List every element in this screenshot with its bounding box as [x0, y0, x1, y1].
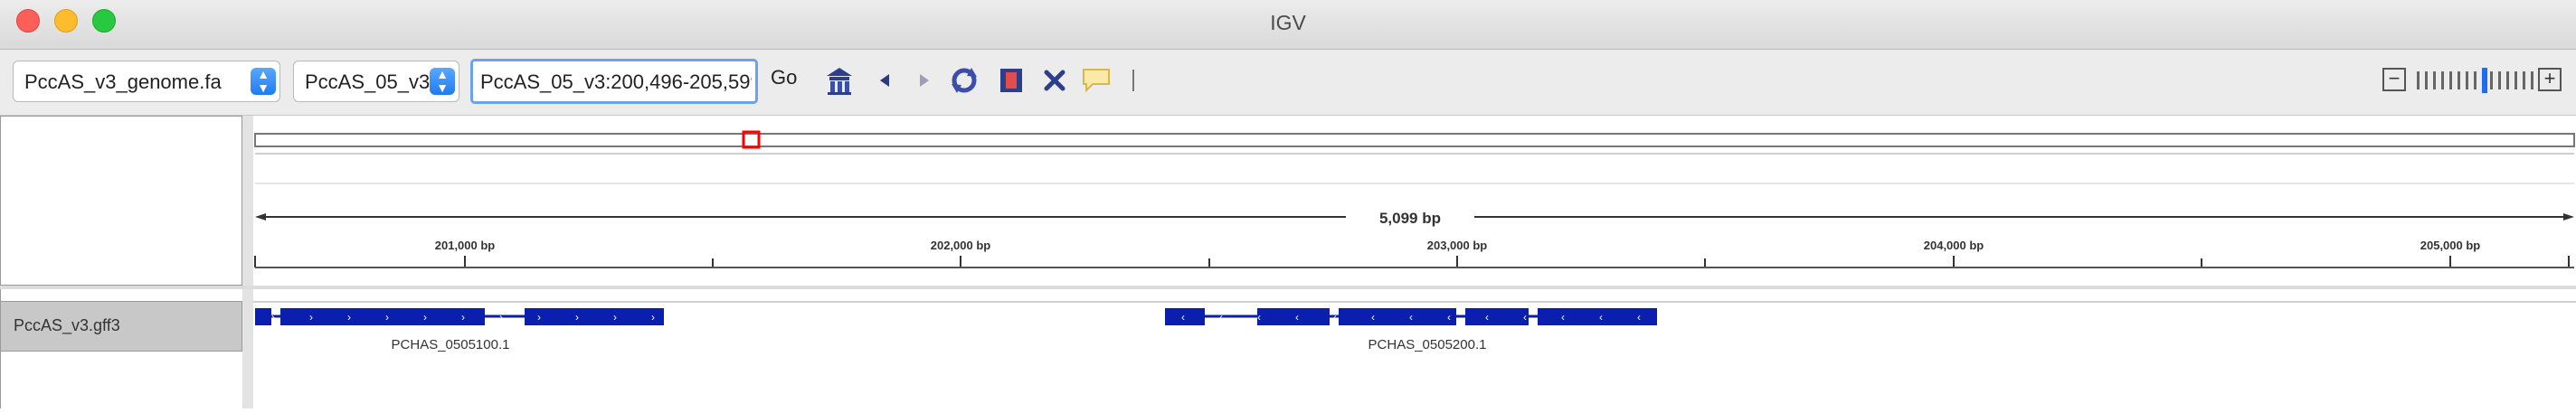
window-title: IGV [1270, 11, 1306, 34]
chevron-updown-icon: ▲ ▼ [430, 68, 455, 95]
strand-reverse-icon: ‹ [1333, 311, 1337, 324]
genome-select-value: PccAS_v3_genome.fa [24, 70, 222, 93]
chevron-updown-icon: ▲ ▼ [251, 68, 276, 95]
track-name[interactable]: PccAS_v3.gff3 [0, 301, 242, 352]
locus-field-wrapper [470, 59, 758, 104]
refresh-icon[interactable] [946, 62, 982, 99]
strand-reverse-icon: ‹ [1599, 311, 1603, 324]
chromosome-ideogram[interactable] [254, 133, 2575, 147]
toolbar: PccAS_v3_genome.fa ▲▼ PccAS_05_v3 ▲▼ Go … [0, 50, 2576, 116]
strand-reverse-icon: ‹ [1637, 311, 1641, 324]
strand-reverse-icon: ‹ [1219, 311, 1223, 324]
header-name-panel [0, 116, 242, 286]
roi-icon[interactable] [993, 62, 1029, 99]
zoom-tick[interactable] [2490, 71, 2493, 89]
locus-input[interactable] [473, 61, 753, 103]
clear-icon[interactable] [1037, 62, 1073, 99]
gene-exon[interactable] [525, 308, 664, 325]
strand-forward-icon: › [271, 311, 275, 324]
go-button[interactable]: Go [771, 66, 797, 89]
strand-forward-icon: › [461, 311, 465, 324]
chromosome-select[interactable]: PccAS_05_v3 ▲ ▼ [293, 61, 459, 102]
back-icon[interactable] [867, 62, 903, 99]
zoom-tick[interactable] [2441, 71, 2444, 89]
strand-forward-icon: › [575, 311, 579, 324]
toolbar-separator [1132, 70, 1134, 91]
zoom-in-button[interactable]: + [2538, 68, 2562, 91]
zoom-tick[interactable] [2425, 71, 2428, 89]
ruler-tick-label: 202,000 bp [931, 239, 991, 252]
ruler-tick-label: 203,000 bp [1427, 239, 1488, 252]
popup-icon[interactable] [1078, 62, 1114, 99]
strand-forward-icon: › [537, 311, 541, 324]
zoom-tick[interactable] [2498, 71, 2501, 89]
gene-exon[interactable] [1465, 308, 1529, 325]
gene-label: PCHAS_0505200.1 [1368, 337, 1487, 352]
zoom-level-indicator[interactable] [2482, 68, 2487, 93]
zoom-out-button[interactable]: − [2382, 68, 2406, 91]
strand-forward-icon: › [651, 311, 655, 324]
gene-exon[interactable] [1165, 308, 1205, 325]
zoom-tick[interactable] [2474, 71, 2477, 89]
chromosome-select-value: PccAS_05_v3 [305, 70, 431, 93]
strand-forward-icon: › [423, 311, 427, 324]
span-arrow-left-icon [255, 213, 266, 221]
gene-exon[interactable] [255, 308, 271, 325]
span-arrow-right-icon [2563, 213, 2574, 221]
zoom-tick[interactable] [2523, 71, 2525, 89]
strand-reverse-icon: ‹ [1371, 311, 1375, 324]
ruler-tick-label: 204,000 bp [1924, 239, 1984, 252]
span-label: 5,099 bp [1379, 210, 1441, 227]
ruler-svg: 5,099 bp 201,000 bp 202,000 bp 203,000 bp 2… [254, 130, 2575, 268]
strand-reverse-icon: ‹ [1485, 311, 1489, 324]
strand-reverse-icon: ‹ [1523, 311, 1527, 324]
strand-forward-icon: › [347, 311, 351, 324]
zoom-tick[interactable] [2466, 71, 2468, 89]
gene-feature[interactable]: ‹ ‹ ‹ ‹ ‹ ‹ ‹ ‹ ‹ ‹ ‹ ‹ ‹ PCHAS_0505200.1 [1165, 308, 1657, 352]
strand-reverse-icon: ‹ [1295, 311, 1299, 324]
zoom-tick[interactable] [2506, 71, 2509, 89]
ruler-tick-label: 205,000 bp [2420, 239, 2481, 252]
zoom-tick[interactable] [2531, 71, 2533, 89]
gene-feature[interactable]: › › › › › › › › › › ›PCHAS_0505100.1 [255, 308, 664, 352]
track-svg: › › › › › › › › › › ›PCHAS_0505100.1‹ ‹ ‹ ‹ ‹ ‹ ‹ ‹ ‹ ‹ ‹ ‹ ‹P… [253, 301, 2576, 352]
genome-select[interactable]: PccAS_v3_genome.fa ▲ ▼ [13, 61, 280, 102]
strand-forward-icon: › [309, 311, 313, 324]
strand-reverse-icon: ‹ [1447, 311, 1451, 324]
gene-label: PCHAS_0505100.1 [392, 337, 510, 352]
strand-reverse-icon: ‹ [1257, 311, 1261, 324]
panel-divider-track[interactable] [242, 289, 253, 408]
ruler-panel: 5,099 bp 201,000 bp 202,000 bp 203,000 bp 2… [253, 116, 2576, 286]
panel-divider[interactable] [242, 116, 253, 286]
strand-forward-icon: › [385, 311, 389, 324]
title-bar: IGV [0, 0, 2576, 50]
strand-reverse-icon: ‹ [1409, 311, 1413, 324]
track-name-label: PccAS_v3.gff3 [14, 316, 120, 334]
strand-forward-icon: › [499, 311, 503, 324]
home-icon[interactable] [821, 62, 857, 99]
zoom-tick[interactable] [2449, 71, 2452, 89]
zoom-tick[interactable] [2514, 71, 2517, 89]
zoom-tick[interactable] [2458, 71, 2460, 89]
strand-reverse-icon: ‹ [1181, 311, 1185, 324]
forward-icon[interactable] [906, 62, 942, 99]
ruler-tick-label: 201,000 bp [435, 239, 496, 252]
strand-reverse-icon: ‹ [1561, 311, 1565, 324]
data-panel: › › › › › › › › › › › PCHAS_0505100.1 ‹ ‹ ‹ ‹ ‹ ‹ ‹ ‹ ‹ ‹ ‹ ‹ ‹ P… [253, 289, 2576, 408]
gene-exon[interactable] [1257, 308, 1330, 325]
zoom-tick[interactable] [2433, 71, 2436, 89]
zoom-tick[interactable] [2417, 71, 2420, 89]
strand-forward-icon: › [613, 311, 617, 324]
gene-exon[interactable] [1339, 308, 1456, 325]
